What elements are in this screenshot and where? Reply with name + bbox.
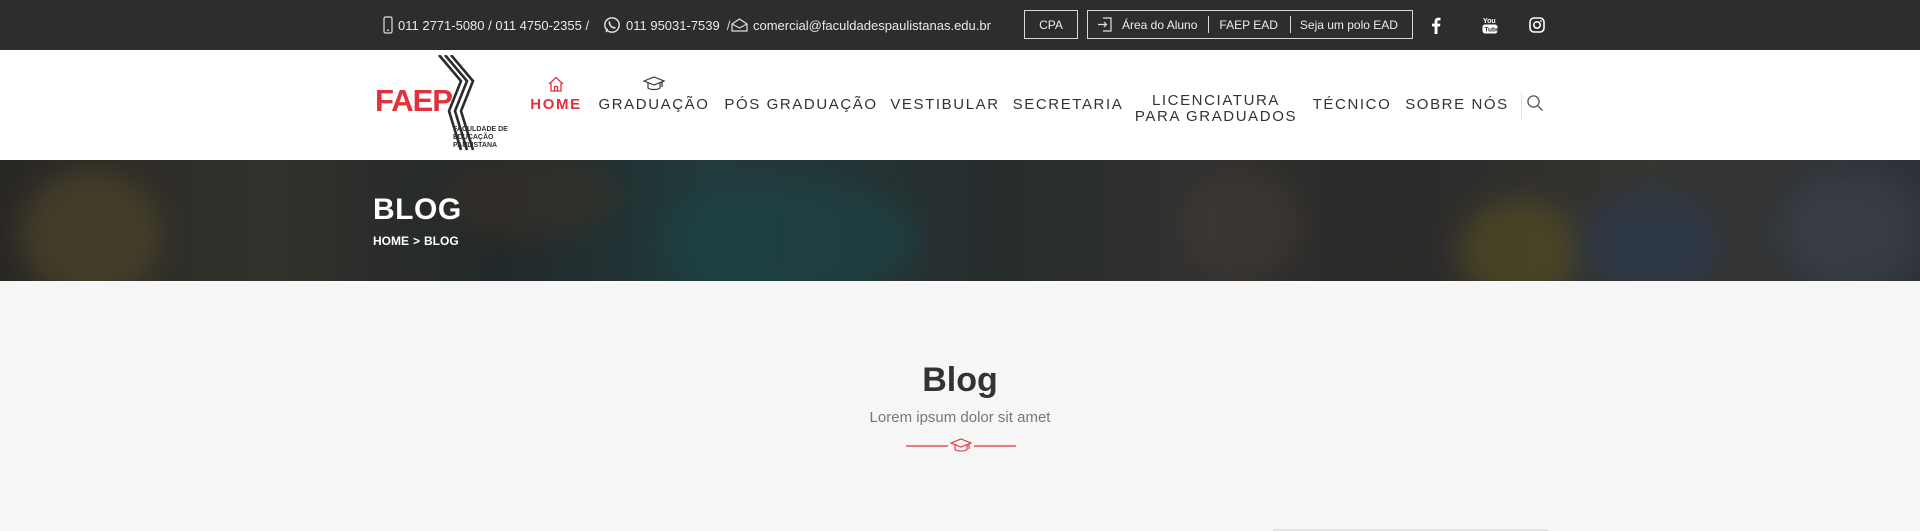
top-bar: 011 2771-5080 / 011 4750-2355 / 011 9503… bbox=[0, 0, 1920, 50]
banner-overlay bbox=[0, 160, 1920, 281]
nav-item-tecnico[interactable]: TÉCNICO bbox=[1313, 50, 1391, 160]
nav-label: SECRETARIA bbox=[1012, 96, 1124, 113]
nav-label: TÉCNICO bbox=[1312, 96, 1392, 113]
cpa-button[interactable]: CPA bbox=[1024, 10, 1078, 39]
nav-label: GRADUAÇÃO bbox=[598, 96, 710, 113]
facebook-icon[interactable] bbox=[1426, 15, 1446, 35]
home-icon bbox=[547, 75, 565, 95]
page-banner: BLOG HOME > BLOG bbox=[0, 160, 1920, 281]
phone-icon bbox=[383, 16, 393, 34]
nav-label-line2: PARA GRADUADOS bbox=[1134, 108, 1298, 125]
section-divider bbox=[906, 436, 1016, 456]
breadcrumb: HOME > BLOG bbox=[373, 234, 459, 248]
contact-email: comercial@faculdadespaulistanas.edu.br bbox=[731, 0, 991, 50]
faep-logo[interactable]: FAEP FACULDADE DE EDUCAÇÃO PAULISTANA bbox=[375, 55, 510, 155]
separator-slash: / bbox=[726, 17, 731, 33]
faep-ead-link[interactable]: FAEP EAD bbox=[1209, 16, 1291, 33]
search-icon bbox=[1526, 94, 1544, 117]
contact-whatsapp: 011 95031-7539 / bbox=[603, 0, 732, 50]
nav-label: SOBRE NÓS bbox=[1405, 96, 1509, 113]
youtube-icon[interactable]: You Tube bbox=[1480, 15, 1500, 35]
breadcrumb-home-link[interactable]: HOME bbox=[373, 234, 409, 248]
nav-item-graduacao[interactable]: GRADUAÇÃO bbox=[598, 50, 710, 160]
whatsapp-number[interactable]: 011 95031-7539 bbox=[626, 18, 720, 33]
breadcrumb-separator: > bbox=[413, 234, 421, 248]
section-title: Blog bbox=[922, 361, 998, 399]
nav-label: VESTIBULAR bbox=[890, 96, 1000, 113]
page-title: BLOG bbox=[373, 193, 462, 226]
whatsapp-icon bbox=[603, 16, 621, 34]
student-area-link[interactable]: Área do Aluno bbox=[1122, 16, 1210, 33]
section-subtitle: Lorem ipsum dolor sit amet bbox=[869, 409, 1051, 426]
nav-item-vestibular[interactable]: VESTIBULAR bbox=[890, 50, 1000, 160]
search-button[interactable] bbox=[1520, 50, 1544, 160]
logo-tagline: FACULDADE DE EDUCAÇÃO PAULISTANA bbox=[453, 126, 508, 149]
graduation-cap-icon bbox=[642, 75, 666, 95]
nav-label-line1: LICENCIATURA bbox=[1151, 92, 1281, 109]
breadcrumb-current: BLOG bbox=[424, 234, 459, 248]
nav-label: HOME bbox=[530, 96, 582, 113]
instagram-icon[interactable] bbox=[1527, 15, 1547, 35]
become-ead-partner-link[interactable]: Seja um polo EAD bbox=[1291, 16, 1398, 33]
nav-item-secretaria[interactable]: SECRETARIA bbox=[1013, 50, 1122, 160]
nav-item-sobre-nos[interactable]: SOBRE NÓS bbox=[1405, 50, 1507, 160]
nav-item-licenciatura[interactable]: LICENCIATURA PARA GRADUADOS bbox=[1134, 54, 1298, 164]
svg-text:Tube: Tube bbox=[1485, 27, 1499, 34]
phone-numbers[interactable]: 011 2771-5080 / 011 4750-2355 / bbox=[398, 18, 589, 33]
graduation-cap-icon bbox=[949, 438, 973, 452]
mail-icon bbox=[731, 18, 748, 32]
email-address[interactable]: comercial@faculdadespaulistanas.edu.br bbox=[753, 18, 991, 33]
svg-text:You: You bbox=[1483, 18, 1496, 25]
login-icon bbox=[1097, 17, 1112, 32]
portal-links: Área do Aluno FAEP EAD Seja um polo EAD bbox=[1087, 10, 1413, 39]
nav-item-home[interactable]: HOME bbox=[530, 50, 582, 160]
contact-phones: 011 2771-5080 / 011 4750-2355 / bbox=[383, 0, 589, 50]
nav-label: PÓS GRADUAÇÃO bbox=[724, 96, 878, 113]
nav-item-pos-graduacao[interactable]: PÓS GRADUAÇÃO bbox=[724, 50, 876, 160]
